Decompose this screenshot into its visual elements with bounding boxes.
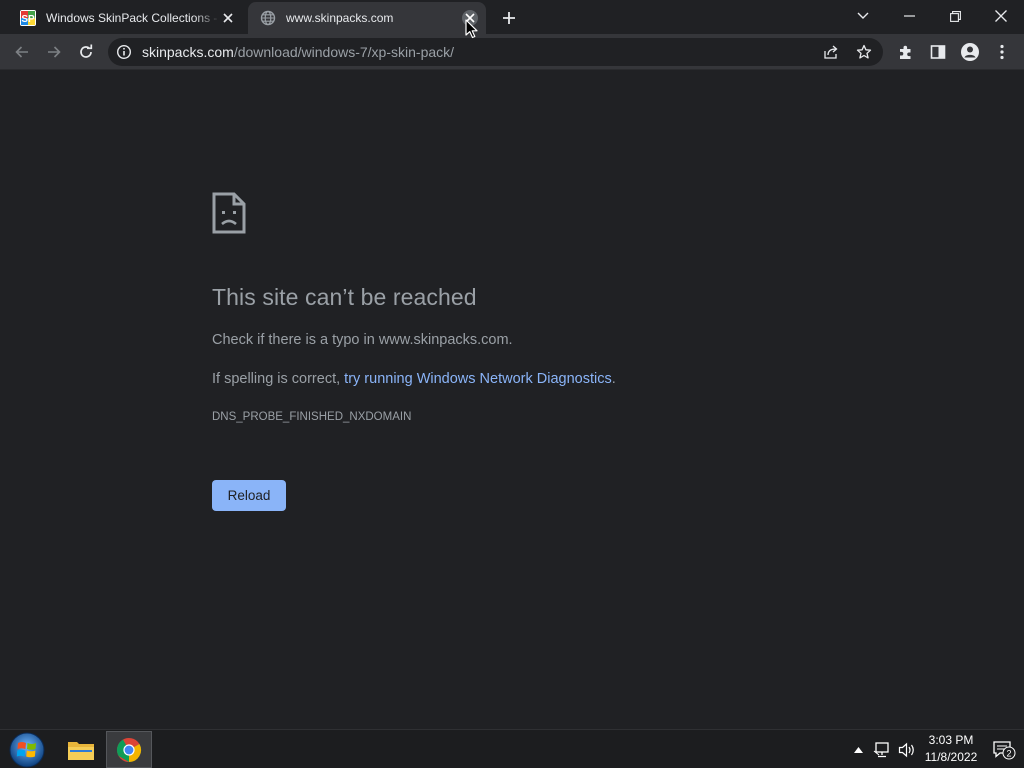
restore-icon <box>949 10 961 22</box>
side-panel-icon <box>930 45 946 59</box>
volume-tray-button[interactable] <box>896 730 918 768</box>
back-button[interactable] <box>8 38 36 66</box>
refresh-icon <box>80 44 93 58</box>
info-icon[interactable] <box>116 44 132 60</box>
network-diagnostics-link[interactable]: try running Windows Network Diagnostics <box>344 371 612 387</box>
action-center-button[interactable]: 2 <box>990 730 1018 768</box>
restore-button[interactable] <box>932 2 978 30</box>
new-tab-button[interactable] <box>498 7 520 29</box>
minimize-icon <box>903 15 915 17</box>
chrome-icon <box>116 737 142 762</box>
chrome-taskbar-button[interactable] <box>106 731 152 768</box>
network-tray-button[interactable] <box>872 730 892 768</box>
notification-count: 2 <box>1006 748 1011 758</box>
globe-icon <box>260 10 276 26</box>
more-vert-icon <box>1000 44 1004 60</box>
chevron-down-icon <box>857 12 869 19</box>
page-content: This site can’t be reached Check if ther… <box>0 70 1024 729</box>
reload-button[interactable]: Reload <box>212 480 286 511</box>
url-text[interactable]: skinpacks.com/download/windows-7/xp-skin… <box>142 44 454 60</box>
folder-icon <box>68 741 94 760</box>
mouse-cursor-icon <box>465 19 478 39</box>
svg-text:SP: SP <box>21 14 35 25</box>
menu-button[interactable] <box>988 38 1016 66</box>
profile-icon <box>961 43 979 61</box>
side-panel-button[interactable] <box>924 38 952 66</box>
taskbar-clock[interactable]: 3:03 PM 11/8/2022 <box>918 732 984 766</box>
bookmark-star-icon[interactable] <box>856 44 872 60</box>
file-explorer-taskbar-button[interactable] <box>58 731 104 768</box>
close-icon <box>995 10 1007 22</box>
start-button[interactable] <box>8 731 46 768</box>
arrow-left-icon <box>15 46 28 58</box>
notification-icon: 2 <box>993 740 1016 759</box>
profile-button[interactable] <box>956 38 984 66</box>
tab-strip: SP Windows SkinPack Collections - SkinPa… <box>0 0 1024 34</box>
minimize-button[interactable] <box>886 2 932 30</box>
plus-icon <box>503 12 515 24</box>
forward-button[interactable] <box>40 38 68 66</box>
close-window-button[interactable] <box>978 2 1024 30</box>
browser-window: SP Windows SkinPack Collections - SkinPa… <box>0 0 1024 768</box>
speaker-icon <box>898 742 914 757</box>
chevron-up-icon <box>853 746 863 753</box>
sad-page-icon <box>212 192 246 234</box>
tab-skinpacks-com[interactable]: www.skinpacks.com <box>248 2 486 34</box>
arrow-right-icon <box>48 46 61 58</box>
url-host: skinpacks.com <box>142 44 234 60</box>
error-typo-hint: Check if there is a typo in www.skinpack… <box>212 332 513 348</box>
address-bar[interactable]: skinpacks.com/download/windows-7/xp-skin… <box>108 38 883 66</box>
error-code: DNS_PROBE_FINISHED_NXDOMAIN <box>212 411 412 423</box>
taskbar: 3:03 PM 11/8/2022 2 <box>0 729 1024 768</box>
tab-search-button[interactable] <box>840 2 886 30</box>
tab-title: www.skinpacks.com <box>286 11 394 25</box>
clock-time: 3:03 PM <box>928 733 974 747</box>
diagnostics-suffix: . <box>611 371 616 387</box>
share-icon[interactable] <box>823 44 839 60</box>
error-title: This site can’t be reached <box>212 284 477 310</box>
tab-title: Windows SkinPack Collections - SkinPacks <box>46 11 220 25</box>
show-hidden-icons-button[interactable] <box>850 730 866 768</box>
clock-date: 11/8/2022 <box>924 750 978 764</box>
tab-skinpack-collections[interactable]: SP Windows SkinPack Collections - SkinPa… <box>8 2 244 34</box>
diagnostics-prefix: If spelling is correct, <box>212 371 345 387</box>
network-icon <box>873 741 889 757</box>
puzzle-icon <box>900 45 911 59</box>
skinpack-favicon: SP <box>20 10 36 26</box>
error-diagnostics-hint: If spelling is correct, try running Wind… <box>212 371 616 387</box>
extensions-button[interactable] <box>892 38 920 66</box>
browser-toolbar: skinpacks.com/download/windows-7/xp-skin… <box>0 34 1024 70</box>
tab-close-icon[interactable] <box>220 10 236 26</box>
reload-toolbar-button[interactable] <box>72 38 100 66</box>
url-path: /download/windows-7/xp-skin-pack/ <box>233 44 455 60</box>
